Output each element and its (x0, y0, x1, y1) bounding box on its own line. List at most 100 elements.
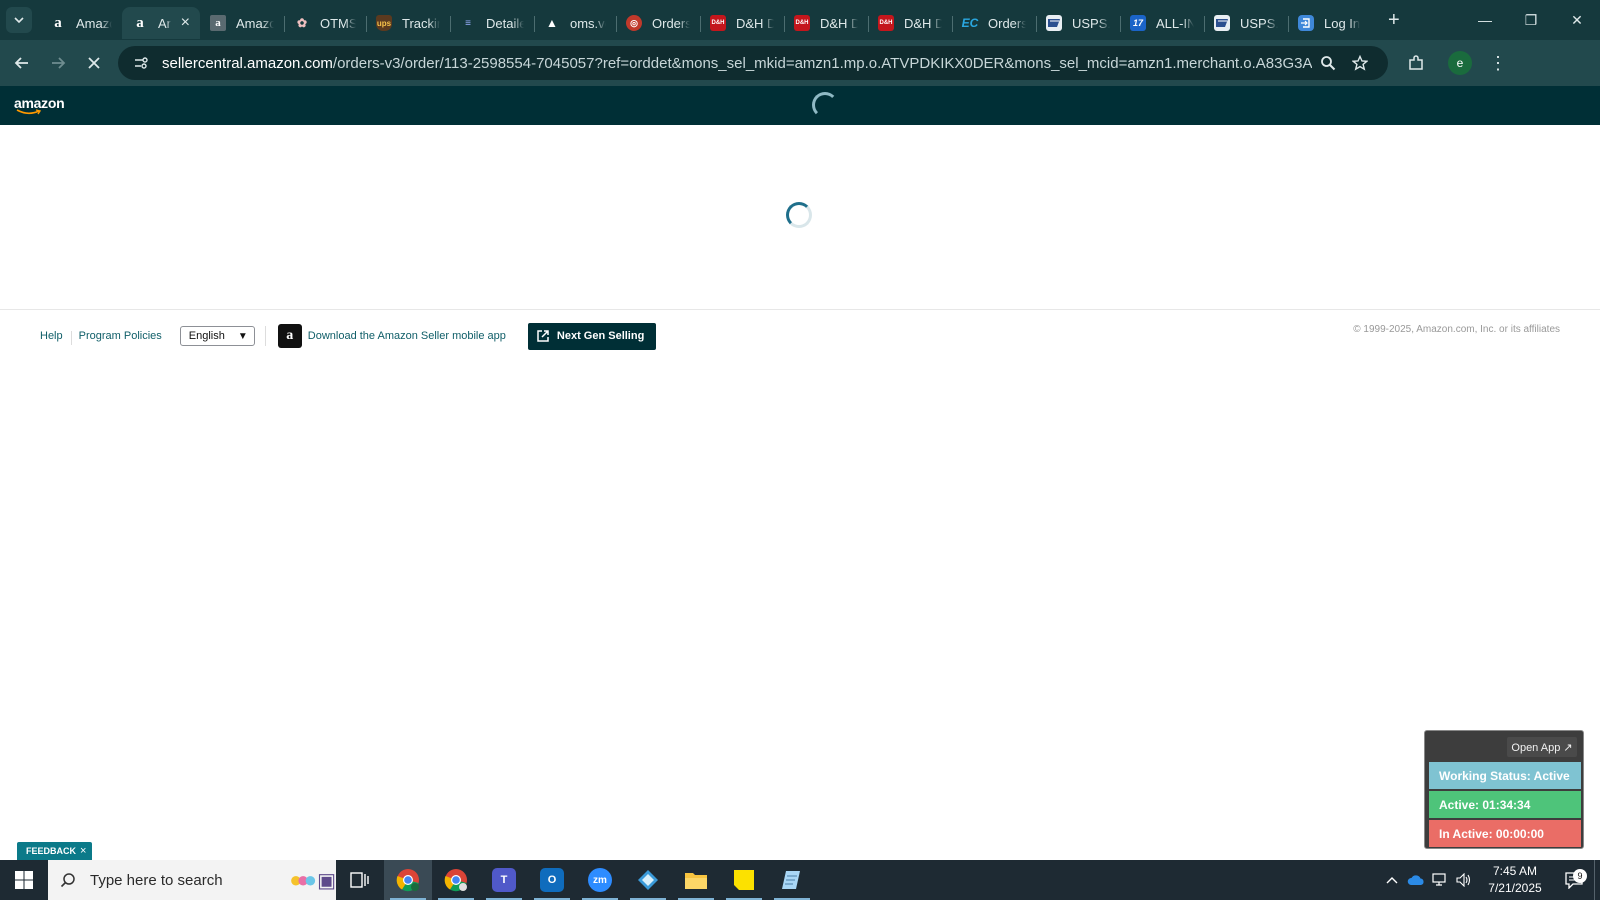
orders-favicon-icon: ◎ (626, 15, 642, 31)
volume-icon[interactable] (1452, 873, 1476, 887)
site-info-icon[interactable] (130, 52, 152, 74)
taskbar-chrome-profile[interactable] (432, 860, 480, 900)
bookmark-star-icon[interactable] (1344, 55, 1376, 71)
system-tray: 7:45 AM 7/21/2025 9 (1380, 860, 1600, 900)
puzzle-icon (1409, 55, 1423, 70)
tab[interactable]: USPS.c (1036, 7, 1120, 39)
open-app-button[interactable]: Open App ↗ (1507, 737, 1577, 757)
otms-favicon-icon: ✿ (296, 16, 308, 30)
close-window-button[interactable]: ✕ (1554, 0, 1600, 40)
tab[interactable]: USPS.c (1204, 7, 1288, 39)
profile-avatar[interactable]: e (1448, 51, 1472, 75)
tab-list: a Amazo a An × a Amazo ✿ OTMS ups Tracki… (40, 0, 1378, 40)
tab[interactable]: EC Orders (952, 7, 1036, 39)
amazon-favicon-icon: a (210, 15, 226, 31)
sticky-notes-icon (734, 870, 754, 890)
language-value: English (188, 330, 225, 342)
tab-title: Amazo (236, 15, 274, 31)
task-view-icon (350, 872, 369, 888)
chrome-profile-icon (444, 869, 467, 892)
start-button[interactable] (0, 860, 48, 900)
taskbar-app-diamond[interactable] (624, 860, 672, 900)
tab-title: An (158, 15, 171, 31)
download-app-link[interactable]: Download the Amazon Seller mobile app (308, 330, 506, 342)
zoom-icon[interactable] (1312, 55, 1344, 71)
outlook-icon: O (540, 868, 564, 892)
show-desktop-button[interactable] (1594, 860, 1600, 900)
extensions-button[interactable] (1398, 54, 1434, 72)
tab[interactable]: D&H D&H D (784, 7, 868, 39)
new-tab-button[interactable]: + (1388, 9, 1400, 32)
amazon-app-icon[interactable]: a (277, 324, 302, 348)
browser-menu-icon[interactable]: ⋮ (1480, 53, 1516, 74)
minimize-button[interactable]: — (1462, 0, 1508, 40)
tab[interactable]: D&H D&H D (700, 7, 784, 39)
amazon-favicon-icon: a (136, 14, 144, 31)
show-hidden-icons-chevron-up-icon[interactable] (1380, 875, 1404, 885)
tab[interactable]: ups Trackin (366, 7, 450, 39)
copyright-text: © 1999-2025, Amazon.com, Inc. or its aff… (1353, 324, 1560, 335)
program-policies-link[interactable]: Program Policies (71, 330, 170, 342)
taskbar-zoom[interactable]: zm (576, 860, 624, 900)
amazon-favicon-icon: a (54, 14, 62, 31)
url-host: sellercentral.amazon.com (162, 54, 333, 72)
taskbar-file-explorer[interactable] (672, 860, 720, 900)
search-highlight-projector-icon: ▣ (317, 869, 336, 892)
teams-icon: T (492, 868, 516, 892)
taskbar-clock[interactable]: 7:45 AM 7/21/2025 (1476, 863, 1554, 897)
tab[interactable]: Log In (1288, 7, 1378, 39)
task-view-button[interactable] (336, 860, 384, 900)
tab-title: oms.vc (570, 15, 606, 31)
address-bar[interactable]: sellercentral.amazon.com/orders-v3/order… (118, 46, 1388, 80)
taskbar-outlook[interactable]: O (528, 860, 576, 900)
forward-button[interactable] (40, 45, 76, 81)
taskbar-notepad[interactable] (768, 860, 816, 900)
onedrive-cloud-icon[interactable] (1404, 874, 1428, 886)
inactive-time-row: In Active: 00:00:00 (1429, 820, 1581, 847)
tab[interactable]: a Amazo (200, 7, 284, 39)
clock-date: 7/21/2025 (1488, 881, 1542, 895)
stop-loading-button[interactable] (76, 45, 112, 81)
ups-favicon-icon: ups (376, 15, 392, 31)
tab[interactable]: ✿ OTMS (284, 7, 366, 39)
language-select[interactable]: English ▼ (179, 326, 255, 346)
footer-links: Help Program Policies English ▼ a Downlo… (32, 322, 657, 350)
network-icon[interactable] (1428, 873, 1452, 887)
tab-title: D&H D (904, 15, 942, 31)
chrome-icon (396, 869, 419, 892)
time-tracker-widget: Open App ↗ Working Status: Active Active… (1424, 730, 1584, 849)
footer-divider (264, 326, 266, 346)
tab[interactable]: a Amazo (40, 7, 122, 39)
tab[interactable]: ◎ Orders (616, 7, 700, 39)
chevron-down-icon (14, 17, 24, 24)
taskbar-sticky-notes[interactable] (720, 860, 768, 900)
tab[interactable]: ≡ Detaile (450, 7, 534, 39)
seller-central-header: amazon (0, 86, 1600, 125)
help-link[interactable]: Help (32, 330, 72, 345)
next-gen-selling-button[interactable]: Next Gen Selling (527, 322, 657, 350)
dh-favicon-icon: D&H (878, 15, 894, 31)
tab[interactable]: 17 ALL-IN (1120, 7, 1204, 39)
tab[interactable]: D&H D&H D (868, 7, 952, 39)
window-controls: — ❐ ✕ (1462, 0, 1600, 40)
back-button[interactable] (4, 45, 40, 81)
zoom-app-icon: zm (588, 868, 612, 892)
taskbar-chrome[interactable] (384, 860, 432, 900)
amazon-logo[interactable]: amazon (14, 95, 65, 115)
url-text[interactable]: sellercentral.amazon.com/orders-v3/order… (162, 55, 1312, 72)
external-link-icon (537, 330, 549, 342)
active-time-row: Active: 01:34:34 (1429, 791, 1581, 818)
tab-search-button[interactable] (6, 7, 32, 33)
notification-center-button[interactable]: 9 (1554, 869, 1594, 889)
tab[interactable]: ▲ oms.vc (534, 7, 616, 39)
feedback-close-icon[interactable]: × (80, 845, 86, 857)
tab-close-icon[interactable]: × (181, 14, 190, 32)
notepad-icon (782, 871, 800, 889)
windows-logo-icon (15, 871, 33, 889)
tab-active[interactable]: a An × (122, 7, 200, 39)
feedback-tab[interactable]: FEEDBACK × (17, 842, 93, 860)
taskbar-teams[interactable]: T (480, 860, 528, 900)
restore-button[interactable]: ❐ (1508, 0, 1554, 40)
taskbar-search-box[interactable]: Type here to search ●●● ▣ (48, 860, 336, 900)
tab-title: Detaile (486, 15, 524, 31)
